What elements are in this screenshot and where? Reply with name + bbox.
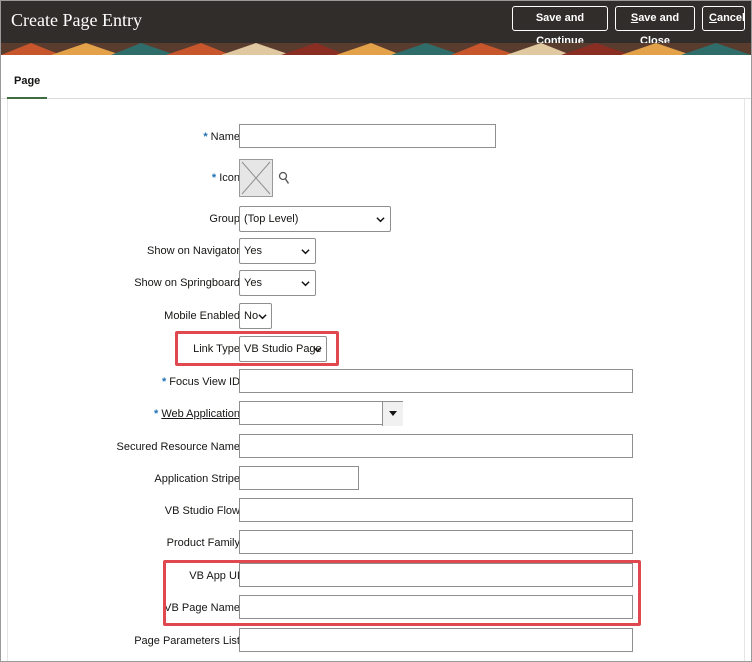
vb-studio-flow-input[interactable] bbox=[239, 498, 633, 522]
secured-resource-name-label: Secured Resource Name bbox=[116, 441, 240, 453]
page-parameters-list-label: Page Parameters List bbox=[134, 635, 240, 647]
row-vb-studio-flow: VB Studio Flow bbox=[8, 498, 746, 524]
save-and-continue-button[interactable]: Save and Continue bbox=[512, 6, 608, 47]
group-label: Group bbox=[209, 213, 240, 225]
show-on-navigator-select[interactable]: Yes bbox=[239, 238, 316, 264]
row-product-family: Product Family bbox=[8, 530, 746, 556]
vb-fields-highlight bbox=[163, 560, 641, 626]
row-link-type: Link Type VB Studio Page bbox=[8, 336, 746, 362]
chevron-down-icon bbox=[301, 281, 310, 287]
row-page-parameters-list: Page Parameters List bbox=[8, 628, 746, 654]
save-and-close-button[interactable]: Save and Close bbox=[615, 6, 695, 47]
page-header: Create Page Entry Save and Continue Save… bbox=[1, 1, 751, 47]
cancel-mnemonic: C bbox=[709, 12, 717, 24]
row-group: Group (Top Level) bbox=[8, 206, 746, 232]
dropdown-arrow-icon bbox=[389, 411, 397, 416]
save-and-close-label: ave and Close bbox=[638, 12, 680, 47]
product-family-input[interactable] bbox=[239, 530, 633, 554]
link-type-highlight bbox=[175, 331, 339, 366]
chevron-down-icon bbox=[258, 314, 267, 320]
required-marker: * bbox=[162, 376, 167, 388]
web-application-combobox[interactable] bbox=[239, 401, 403, 426]
application-stripe-input[interactable] bbox=[239, 466, 359, 490]
row-show-on-springboard: Show on Springboard Yes bbox=[8, 270, 746, 296]
cancel-button[interactable]: Cancel bbox=[702, 6, 745, 31]
required-marker: * bbox=[211, 172, 217, 184]
row-show-on-navigator: Show on Navigator Yes bbox=[8, 238, 746, 264]
search-icon[interactable] bbox=[278, 171, 290, 185]
application-stripe-label: Application Stripe bbox=[154, 473, 240, 485]
cancel-label: ancel bbox=[716, 12, 746, 24]
tab-bar: Page bbox=[1, 55, 751, 99]
tab-page[interactable]: Page bbox=[7, 55, 48, 99]
required-marker: * bbox=[203, 131, 208, 143]
row-secured-resource-name: Secured Resource Name bbox=[8, 434, 746, 460]
form-panel: * Name * Icon Group (Top Level) Show on Na… bbox=[7, 99, 745, 661]
row-web-application: * Web Application bbox=[8, 401, 746, 427]
row-mobile-enabled: Mobile Enabled No bbox=[8, 303, 746, 329]
required-marker: * bbox=[154, 408, 159, 420]
vb-studio-flow-label: VB Studio Flow bbox=[164, 505, 240, 517]
row-icon: * Icon bbox=[8, 159, 746, 199]
focus-view-id-input[interactable] bbox=[239, 369, 633, 393]
name-label: * Name bbox=[203, 131, 240, 143]
focus-view-id-label: * Focus View ID bbox=[162, 376, 240, 388]
banner-pattern bbox=[1, 43, 751, 55]
group-value: (Top Level) bbox=[244, 213, 299, 225]
name-input[interactable] bbox=[239, 124, 496, 148]
row-name: * Name bbox=[8, 124, 746, 150]
image-placeholder-icon[interactable] bbox=[239, 159, 273, 197]
product-family-label: Product Family bbox=[166, 537, 240, 549]
row-focus-view-id: * Focus View ID bbox=[8, 369, 746, 395]
show-on-springboard-value: Yes bbox=[244, 277, 262, 289]
chevron-down-icon bbox=[376, 217, 385, 223]
mobile-enabled-value: No bbox=[244, 310, 259, 322]
web-application-label: * Web Application bbox=[154, 408, 240, 420]
mobile-enabled-select[interactable]: No bbox=[239, 303, 272, 329]
show-on-springboard-select[interactable]: Yes bbox=[239, 270, 316, 296]
decorative-banner bbox=[1, 43, 751, 55]
show-on-springboard-label: Show on Springboard bbox=[134, 277, 240, 289]
page-parameters-list-input[interactable] bbox=[239, 628, 633, 652]
secured-resource-name-input[interactable] bbox=[239, 434, 633, 458]
mobile-enabled-label: Mobile Enabled bbox=[164, 310, 240, 322]
row-application-stripe: Application Stripe bbox=[8, 466, 746, 492]
chevron-down-icon bbox=[301, 249, 310, 255]
show-on-navigator-value: Yes bbox=[244, 245, 262, 257]
page-title: Create Page Entry bbox=[11, 10, 142, 30]
show-on-navigator-label: Show on Navigator bbox=[147, 245, 240, 257]
web-application-dropdown-button[interactable] bbox=[382, 402, 403, 426]
image-placeholder-graphic bbox=[241, 161, 271, 195]
icon-label: * Icon bbox=[211, 172, 240, 184]
group-select[interactable]: (Top Level) bbox=[239, 206, 391, 232]
